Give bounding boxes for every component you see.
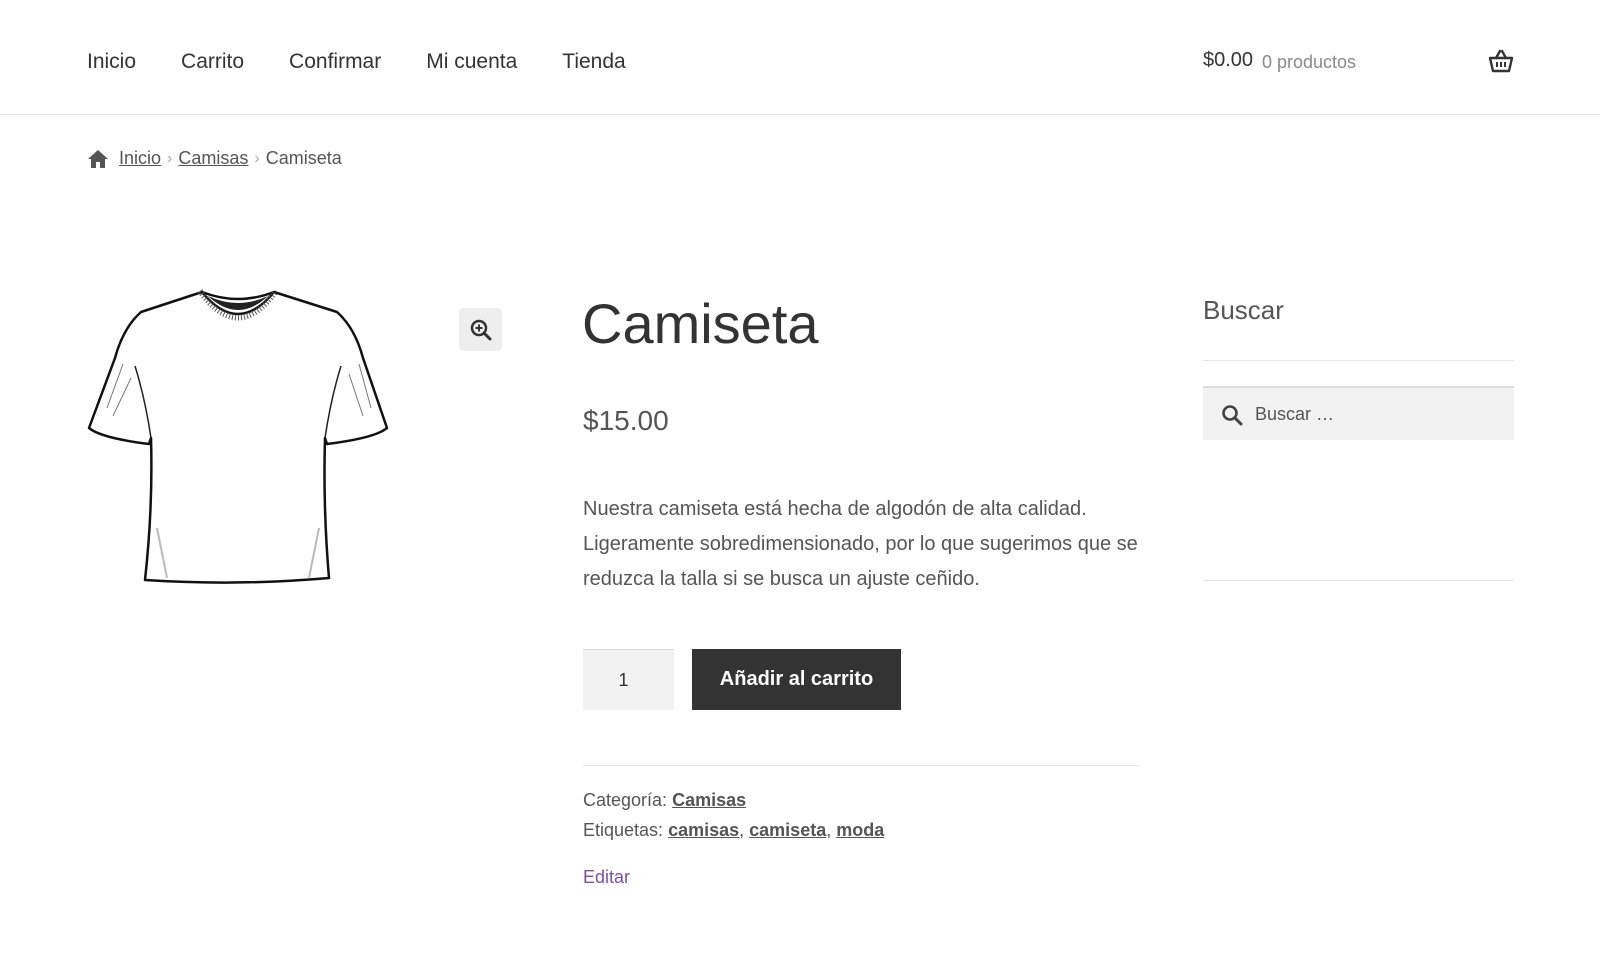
add-to-cart-button[interactable]: Añadir al carrito [692,649,901,710]
tag-link-moda[interactable]: moda [836,820,884,840]
nav-item-carrito[interactable]: Carrito [181,47,244,77]
breadcrumb-category-link[interactable]: Camisas [178,148,248,169]
nav-item-mi-cuenta[interactable]: Mi cuenta [426,47,517,77]
product-category: Categoría: Camisas [583,790,746,811]
breadcrumb-home-link[interactable]: Inicio [119,148,161,169]
site-header: Inicio Carrito Confirmar Mi cuenta Tiend… [0,0,1600,115]
breadcrumb-separator: › [254,149,260,167]
cart-count[interactable]: 0 productos [1262,52,1356,73]
search-icon [1222,405,1243,426]
zoom-button[interactable] [459,308,502,351]
widget-divider [1203,360,1514,361]
nav-item-tienda[interactable]: Tienda [562,47,625,77]
cart-total[interactable]: $0.00 [1203,49,1253,72]
quantity-input[interactable] [583,649,674,710]
breadcrumb-separator: › [167,149,173,167]
product-title: Camiseta [582,292,819,355]
product-description: Nuestra camiseta está hecha de algodón d… [583,498,1138,590]
search-input[interactable] [1253,388,1507,440]
search-widget-title: Buscar [1203,295,1284,325]
basket-icon[interactable] [1488,48,1514,74]
search-box[interactable] [1203,386,1514,440]
breadcrumb-current: Camiseta [265,148,342,168]
zoom-in-icon [470,319,491,340]
nav-item-inicio[interactable]: Inicio [87,47,136,77]
tag-link-camiseta[interactable]: camiseta [749,820,826,840]
nav-item-confirmar[interactable]: Confirmar [289,47,381,77]
widget-divider [1203,580,1514,581]
tags-label: Etiquetas: [583,820,664,840]
tag-link-camisas[interactable]: camisas [668,820,739,840]
breadcrumb: Inicio › Camisas › Camiseta [87,148,342,169]
home-icon [88,149,108,168]
category-label: Categoría: [583,790,668,810]
edit-link[interactable]: Editar [583,867,630,888]
primary-navigation: Inicio Carrito Confirmar Mi cuenta Tiend… [87,47,671,77]
product-image-tshirt[interactable] [87,288,389,592]
product-tags: Etiquetas: camisas, camiseta, moda [583,820,885,840]
product-meta-divider [583,765,1140,766]
product-price: $15.00 [583,405,669,436]
category-link[interactable]: Camisas [672,790,746,810]
